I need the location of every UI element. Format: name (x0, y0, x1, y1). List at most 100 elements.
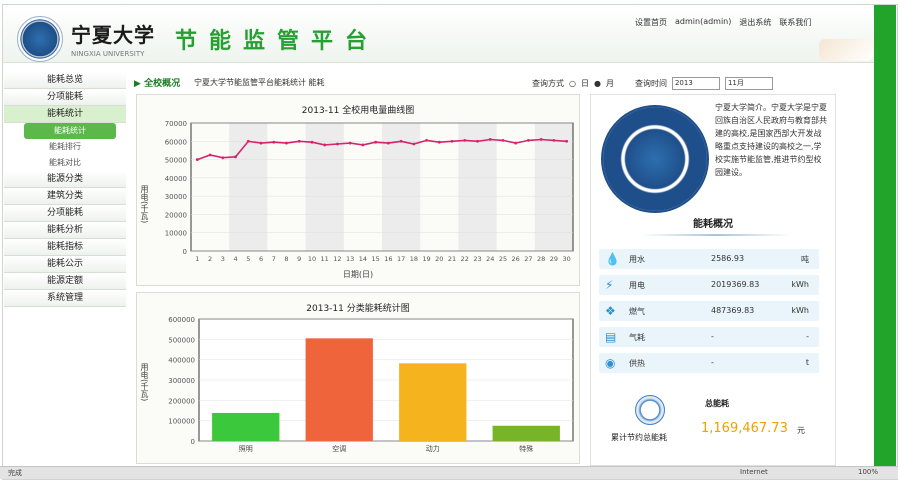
radio-day-label: 日 (580, 79, 589, 88)
sidebar-item[interactable]: 分项能耗 (4, 89, 126, 106)
data-point (246, 139, 250, 143)
data-point (565, 139, 569, 143)
stats-title-underline (641, 234, 791, 236)
stat-unit: kWh (791, 306, 809, 315)
data-point (285, 141, 288, 145)
y-tick-label: 50000 (165, 157, 187, 165)
clock-icon (635, 395, 665, 425)
x-tick-label: 28 (537, 255, 545, 263)
x-tick-label: 7 (272, 255, 276, 263)
nav-contact-link[interactable]: 联系我们 (779, 17, 811, 28)
data-point (272, 140, 276, 144)
y-tick-label: 60000 (165, 138, 187, 146)
data-point (450, 139, 454, 143)
stat-name: 用电 (629, 281, 645, 290)
sidebar-subitem[interactable]: 能耗排行 (4, 139, 126, 155)
droplet-icon: 💧 (605, 252, 620, 266)
x-tick-label: 22 (461, 255, 469, 263)
x-tick-label: 2 (208, 255, 212, 263)
x-tick-label: 空调 (332, 444, 346, 453)
x-tick-label: 15 (371, 255, 379, 263)
stat-row-electric: ⚡ 用电 2019369.83 kWh (599, 275, 819, 295)
total-label: 总能耗 (705, 399, 729, 408)
sidebar-item[interactable]: 能源分类 (4, 171, 126, 188)
university-emblem (601, 105, 709, 213)
school-logo (17, 16, 63, 62)
data-point (399, 139, 403, 143)
y-tick-label: 600000 (168, 316, 195, 324)
status-text: 完成 (8, 469, 22, 477)
breadcrumb-title: ▶ 全校概况 (134, 79, 181, 89)
x-tick-label: 10 (308, 255, 316, 263)
data-point (323, 143, 327, 147)
line-chart-panel: 2013-11 全校用电量曲线图 用电(千瓦) 日期(日) 0 10000 2000… (136, 94, 580, 286)
total-caption: 累计节约总能耗 (611, 433, 667, 442)
zoom-indicator[interactable]: 100% (858, 468, 878, 476)
x-tick-label: 30 (562, 255, 570, 263)
data-point (437, 140, 441, 144)
y-tick-label: 40000 (165, 175, 187, 183)
x-tick-label: 26 (512, 255, 520, 263)
sidebar-subitem[interactable]: 能耗对比 (4, 155, 126, 171)
sidebar-item[interactable]: 能耗总览 (4, 72, 126, 89)
sidebar-item[interactable]: 系统管理 (4, 290, 126, 307)
radio-month-label: 月 (605, 79, 614, 88)
stat-row-water: 💧 用水 2586.93 吨 (599, 249, 819, 269)
sidebar-item[interactable]: 分项能耗 (4, 205, 126, 222)
y-tick-label: 200000 (168, 397, 195, 405)
sidebar-item[interactable]: 能耗分析 (4, 222, 126, 239)
stat-value: 2019369.83 (711, 280, 760, 289)
data-point (552, 138, 556, 142)
sidebar-item-active[interactable]: 能耗统计 (4, 106, 126, 123)
bolt-icon: ⚡ (605, 278, 614, 292)
x-tick-label: 19 (422, 255, 430, 263)
radio-day[interactable]: ○ (569, 79, 576, 88)
nav-user-link[interactable]: admin(admin) (675, 17, 731, 28)
y-tick-label: 30000 (165, 193, 187, 201)
sidebar-item[interactable]: 能耗公示 (4, 256, 126, 273)
y-tick-label: 20000 (165, 211, 187, 219)
data-point (514, 141, 518, 145)
bar (305, 338, 373, 441)
month-select[interactable]: 11月 (724, 77, 773, 90)
x-tick-label: 17 (397, 255, 405, 263)
sidebar-item[interactable]: 能耗指标 (4, 239, 126, 256)
data-point (488, 138, 492, 141)
data-point (259, 141, 263, 145)
total-unit: 元 (797, 426, 805, 435)
stat-row-heat: ◉ 供热 - t (599, 353, 819, 373)
data-point (386, 141, 390, 145)
page-header: 宁夏大学 NINGXIA UNIVERSITY 节能监管平台 设置首页 admi… (3, 5, 875, 63)
radio-month[interactable]: ● (594, 79, 601, 88)
y-tick-label: 0 (191, 438, 195, 446)
data-point (476, 139, 479, 143)
data-point (463, 138, 467, 142)
zone-indicator: Internet (740, 468, 768, 476)
nav-home-link[interactable]: 设置首页 (635, 17, 667, 28)
total-value: 1,169,467.73 (701, 421, 788, 436)
system-title: 节能监管平台 (175, 28, 380, 54)
x-tick-label: 13 (346, 255, 354, 263)
year-select[interactable]: 2013 (671, 77, 720, 90)
sidebar-item[interactable]: 能源定额 (4, 273, 126, 290)
flame-icon: ▤ (605, 330, 617, 344)
stat-name: 供热 (629, 359, 645, 368)
stat-value: 487369.83 (711, 306, 755, 315)
stat-unit: - (806, 332, 809, 341)
y-tick-label: 10000 (165, 230, 187, 238)
data-point (297, 139, 301, 143)
query-filters: 查询方式 ○ 日 ● 月 查询时间 2013 11月 (532, 77, 773, 90)
x-tick-label: 特殊 (519, 444, 533, 453)
stat-value: - (711, 358, 714, 367)
x-tick-label: 21 (448, 255, 456, 263)
nav-logout-link[interactable]: 退出系统 (739, 17, 771, 28)
data-point (221, 156, 225, 160)
sidebar-subitem-active[interactable]: 能耗统计 (24, 123, 116, 139)
school-info-panel: 宁夏大学简介。宁夏大学是宁夏回族自治区人民政府与教育部共建的高校,是国家西部大开… (590, 94, 836, 466)
stat-name: 用水 (629, 255, 645, 264)
school-subtitle: NINGXIA UNIVERSITY (71, 50, 145, 58)
stat-unit: t (805, 358, 809, 367)
sidebar-item[interactable]: 建筑分类 (4, 188, 126, 205)
x-tick-label: 18 (410, 255, 418, 263)
bar-chart-panel: 2013-11 分类能耗统计图 用电(千瓦) 0 100000 200000 3000… (136, 292, 580, 464)
